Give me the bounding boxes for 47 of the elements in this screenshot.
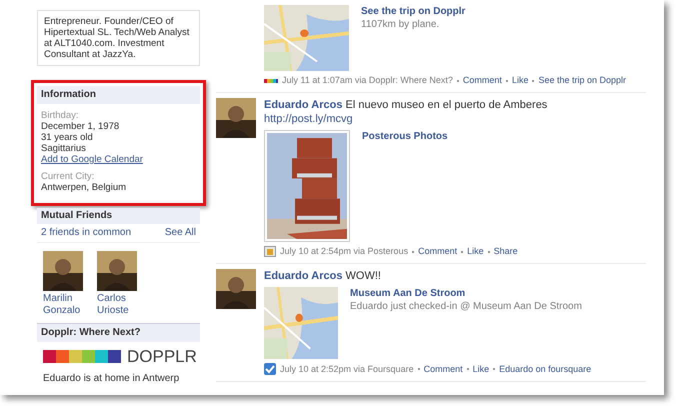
action-link[interactable]: Like [467,246,484,257]
photo-icon [264,246,276,257]
checkmark-icon [264,363,276,375]
action-link[interactable]: Share [494,246,518,257]
post-time: July 10 at 2:52pm via Foursquare [280,364,414,374]
section-header: Mutual Friends [37,208,200,224]
action-link[interactable]: Comment [418,246,458,257]
post-time: July 10 at 2:54pm via Posterous [280,246,408,257]
action-link[interactable]: See the trip on Dopplr [538,75,626,86]
action-link[interactable]: Eduardo on foursquare [499,364,592,374]
section-header: Information [37,86,200,104]
calendar-link[interactable]: Add to Google Calendar [41,154,196,165]
friends-count-link[interactable]: 2 friends in common [41,227,132,239]
action-link[interactable]: Comment [424,364,463,374]
post-time: July 11 at 1:07am via Dopplr: Where Next? [282,75,453,86]
avatar[interactable] [97,251,137,291]
post-link[interactable]: http://post.ly/mcvg [264,112,353,126]
attachment-description: Eduardo just checked-in @ Museum Aan De Stroom [350,300,582,313]
avatar[interactable] [216,98,256,138]
attachment-description: 1107km by plane. [361,18,440,31]
field-value: December 1, 1978 [41,121,120,132]
author-link[interactable]: Eduardo Arcos [264,270,342,282]
field-value: 31 years old [41,132,94,143]
field-label: Birthday: [41,110,80,121]
action-link[interactable]: Like [512,75,528,86]
field-label: Current City: [41,171,96,182]
action-link[interactable]: Comment [462,75,502,86]
author-link[interactable]: Eduardo Arcos [264,99,342,111]
attachment-title[interactable]: Museum Aan De Stroom [350,287,582,300]
action-link[interactable]: Like [472,364,490,374]
post-text: Eduardo Arcos El nuevo museo en el puerto de Amberes [264,98,548,112]
see-all-link[interactable]: See All [164,227,196,239]
post-text: Eduardo Arcos WOW!! [264,269,382,283]
friend-name-link[interactable]: Carlos Urioste [97,293,139,317]
avatar[interactable] [216,269,256,309]
friend-name-link[interactable]: Marilin Gonzalo [43,293,85,317]
attachment-title[interactable]: See the trip on Dopplr [361,5,466,18]
color-bar-icon [43,350,121,363]
bio-text: Entrepreneur. Founder/CEO of Hipertextual SL. Tech/Web Analyst at ALT1040.com. Investment Consultant at JazzYa. [37,10,200,66]
logo-text: DOPPLR [127,348,197,365]
attachment-title[interactable]: Posterous Photos [362,130,448,143]
color-bar-icon [264,78,278,82]
avatar[interactable] [43,251,83,291]
section-header: Dopplr: Where Next? [37,323,200,342]
field-value: Sagittarius [41,143,87,154]
dopplr-status: Eduardo is at home in Antwerp [42,373,180,385]
field-value: Antwerpen, Belgium [41,182,128,193]
